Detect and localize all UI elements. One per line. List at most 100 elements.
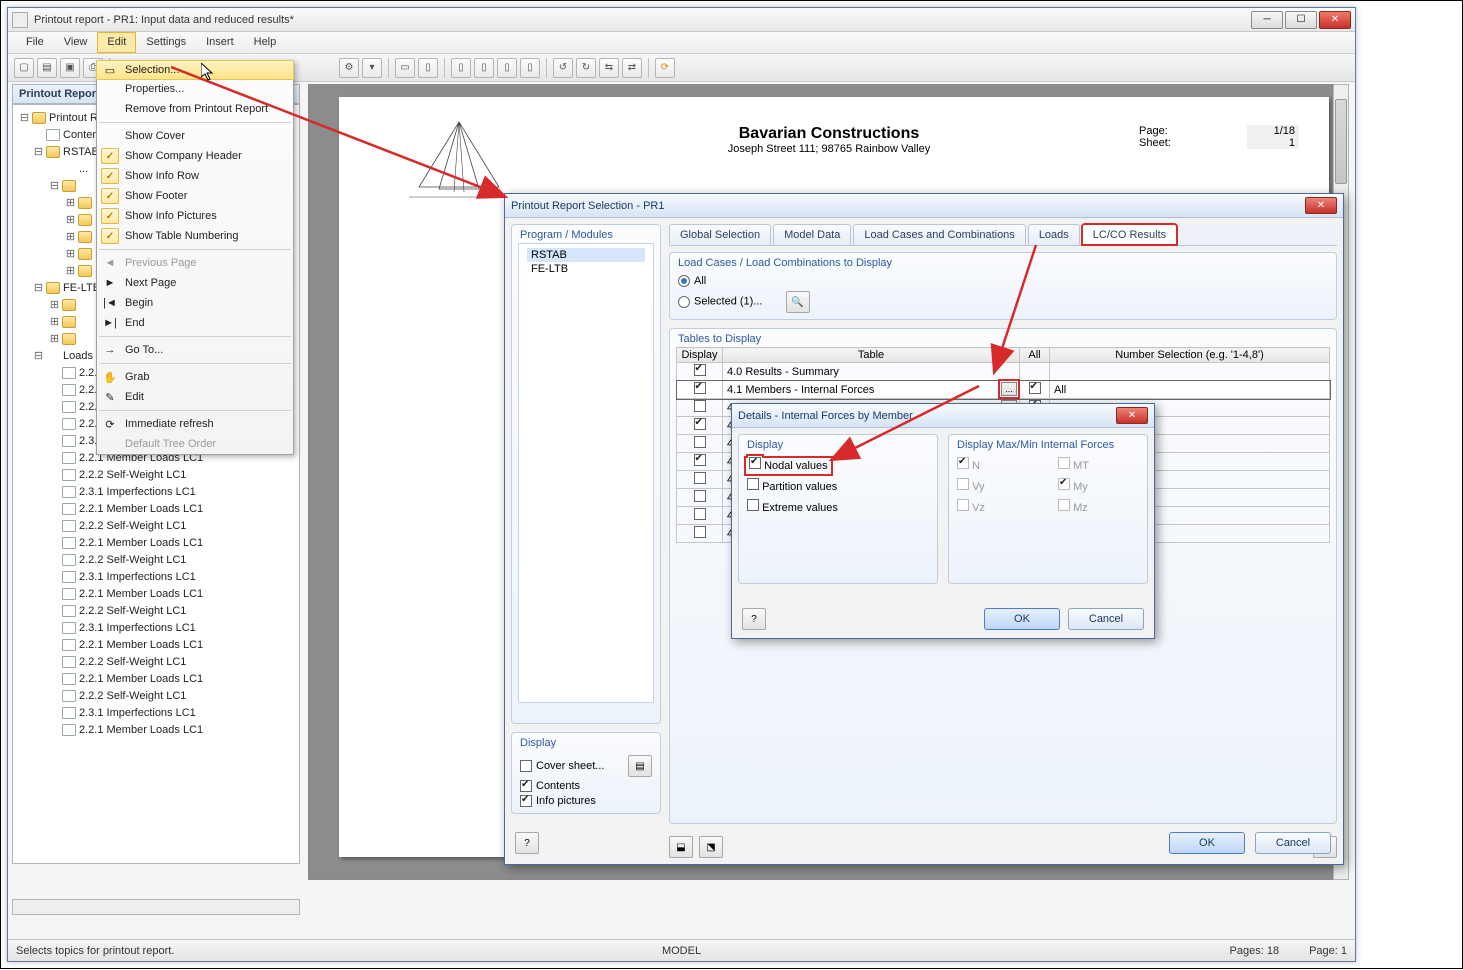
- display-checkbox[interactable]: [694, 526, 706, 538]
- program-item[interactable]: RSTAB: [527, 248, 645, 262]
- tb-gear-icon[interactable]: ⚙: [339, 58, 359, 78]
- display-checkbox[interactable]: [694, 454, 706, 466]
- maximize-button[interactable]: ☐: [1285, 11, 1317, 29]
- menu-item[interactable]: ✓Show Company Header: [97, 146, 293, 166]
- tree-item[interactable]: 2.2.2 Self-Weight LC1: [15, 602, 297, 619]
- tree-item[interactable]: 2.2.2 Self-Weight LC1: [15, 517, 297, 534]
- contents-checkbox[interactable]: [520, 780, 532, 792]
- help-button[interactable]: ?: [515, 832, 539, 854]
- selection-dialog-close-icon[interactable]: ✕: [1305, 197, 1337, 214]
- tb-link4-icon[interactable]: ⇄: [622, 58, 642, 78]
- menu-item[interactable]: ✓Show Info Pictures: [97, 206, 293, 226]
- extreme-checkbox[interactable]: [747, 499, 759, 511]
- tree-item[interactable]: 2.2.1 Member Loads LC1: [15, 534, 297, 551]
- tb-link1-icon[interactable]: ↺: [553, 58, 573, 78]
- tb-dropdown-icon[interactable]: ▾: [362, 58, 382, 78]
- tree-item[interactable]: 2.2.1 Member Loads LC1: [15, 636, 297, 653]
- tree-item[interactable]: 2.2.1 Member Loads LC1: [15, 721, 297, 738]
- tb-doc2-icon[interactable]: ▯: [474, 58, 494, 78]
- menu-item[interactable]: Show Cover: [97, 126, 293, 146]
- menu-item[interactable]: ▭Selection...: [96, 60, 294, 80]
- menu-item[interactable]: ✓Show Footer: [97, 186, 293, 206]
- th-numsel: Number Selection (e.g. '1-4,8'): [1050, 348, 1330, 363]
- partition-checkbox[interactable]: [747, 478, 759, 490]
- details-dialog: Details - Internal Forces by Member ✕ Di…: [731, 403, 1155, 639]
- tree-item[interactable]: 2.2.2 Self-Weight LC1: [15, 466, 297, 483]
- program-item[interactable]: FE-LTB: [527, 262, 645, 276]
- row-details-button[interactable]: ...: [1001, 382, 1017, 396]
- display-checkbox[interactable]: [694, 490, 706, 502]
- tb-link2-icon[interactable]: ↻: [576, 58, 596, 78]
- menu-item[interactable]: ✋Grab: [97, 367, 293, 387]
- display-checkbox[interactable]: [694, 508, 706, 520]
- menu-insert[interactable]: Insert: [196, 32, 244, 53]
- tree-item[interactable]: 2.2.1 Member Loads LC1: [15, 585, 297, 602]
- tab[interactable]: Model Data: [773, 224, 851, 245]
- tree-item[interactable]: 2.3.1 Imperfections LC1: [15, 483, 297, 500]
- details-dialog-close-icon[interactable]: ✕: [1116, 407, 1148, 424]
- menu-file[interactable]: File: [16, 32, 54, 53]
- tree-item[interactable]: 2.2.1 Member Loads LC1: [15, 670, 297, 687]
- tb-new-icon[interactable]: ▢: [14, 58, 34, 78]
- menu-item[interactable]: ✎Edit: [97, 387, 293, 407]
- tb-refresh-icon[interactable]: ⟳: [655, 58, 675, 78]
- tb-open-icon[interactable]: ▤: [37, 58, 57, 78]
- tree-item[interactable]: 2.2.2 Self-Weight LC1: [15, 687, 297, 704]
- menu-item[interactable]: →Go To...: [97, 340, 293, 360]
- table-tool-1[interactable]: ⬓: [669, 836, 693, 858]
- tb-link3-icon[interactable]: ⇆: [599, 58, 619, 78]
- tb-doc1-icon[interactable]: ▯: [451, 58, 471, 78]
- menu-item[interactable]: ✓Show Info Row: [97, 166, 293, 186]
- menu-item[interactable]: ⟳Immediate refresh: [97, 414, 293, 434]
- tb-doc3-icon[interactable]: ▯: [497, 58, 517, 78]
- tab[interactable]: Global Selection: [669, 224, 771, 245]
- details-cancel-button[interactable]: Cancel: [1068, 608, 1144, 630]
- infopics-checkbox[interactable]: [520, 795, 532, 807]
- menu-settings[interactable]: Settings: [136, 32, 196, 53]
- tb-select-icon[interactable]: ▭: [395, 58, 415, 78]
- lc-all-radio[interactable]: [678, 275, 690, 287]
- cover-checkbox[interactable]: [520, 760, 532, 772]
- menu-edit[interactable]: Edit: [97, 32, 136, 53]
- cover-edit-button[interactable]: ▤: [628, 755, 652, 777]
- all-checkbox[interactable]: [1029, 382, 1041, 394]
- menu-item[interactable]: ►|End: [97, 313, 293, 333]
- tb-save-icon[interactable]: ▣: [60, 58, 80, 78]
- menu-help[interactable]: Help: [244, 32, 287, 53]
- display-checkbox[interactable]: [694, 382, 706, 394]
- tree-item[interactable]: 2.3.1 Imperfections LC1: [15, 704, 297, 721]
- menu-item[interactable]: ►Next Page: [97, 273, 293, 293]
- tb-page-icon[interactable]: ▯: [418, 58, 438, 78]
- details-help-button[interactable]: ?: [742, 608, 766, 630]
- display-checkbox[interactable]: [694, 418, 706, 430]
- close-button[interactable]: ✕: [1319, 11, 1351, 29]
- tree-item[interactable]: 2.3.1 Imperfections LC1: [15, 568, 297, 585]
- display-checkbox[interactable]: [694, 472, 706, 484]
- menu-item[interactable]: |◄Begin: [97, 293, 293, 313]
- tab[interactable]: Loads: [1028, 224, 1080, 245]
- details-ok-button[interactable]: OK: [984, 608, 1060, 630]
- tab[interactable]: Load Cases and Combinations: [853, 224, 1025, 245]
- tree-item[interactable]: 2.2.2 Self-Weight LC1: [15, 653, 297, 670]
- menu-view[interactable]: View: [54, 32, 98, 53]
- display-checkbox[interactable]: [694, 364, 706, 376]
- lc-select-button[interactable]: 🔍: [786, 291, 810, 313]
- display-checkbox[interactable]: [694, 436, 706, 448]
- tree-item[interactable]: 2.2.2 Self-Weight LC1: [15, 551, 297, 568]
- partition-label: Partition values: [762, 481, 837, 493]
- selection-cancel-button[interactable]: Cancel: [1255, 832, 1331, 854]
- selection-ok-button[interactable]: OK: [1169, 832, 1245, 854]
- tree-item[interactable]: 2.2.1 Member Loads LC1: [15, 500, 297, 517]
- menu-item[interactable]: Properties...: [97, 79, 293, 99]
- menu-item[interactable]: Remove from Printout Report: [97, 99, 293, 119]
- display-checkbox[interactable]: [694, 400, 706, 412]
- tb-doc4-icon[interactable]: ▯: [520, 58, 540, 78]
- menu-item[interactable]: ✓Show Table Numbering: [97, 226, 293, 246]
- lc-selected-radio[interactable]: [678, 296, 690, 308]
- table-tool-2[interactable]: ⬔: [699, 836, 723, 858]
- nodal-checkbox[interactable]: [749, 457, 761, 469]
- minimize-button[interactable]: ─: [1251, 11, 1283, 29]
- tab[interactable]: LC/CO Results: [1082, 224, 1177, 245]
- tree-hscroll[interactable]: [12, 899, 300, 915]
- tree-item[interactable]: 2.3.1 Imperfections LC1: [15, 619, 297, 636]
